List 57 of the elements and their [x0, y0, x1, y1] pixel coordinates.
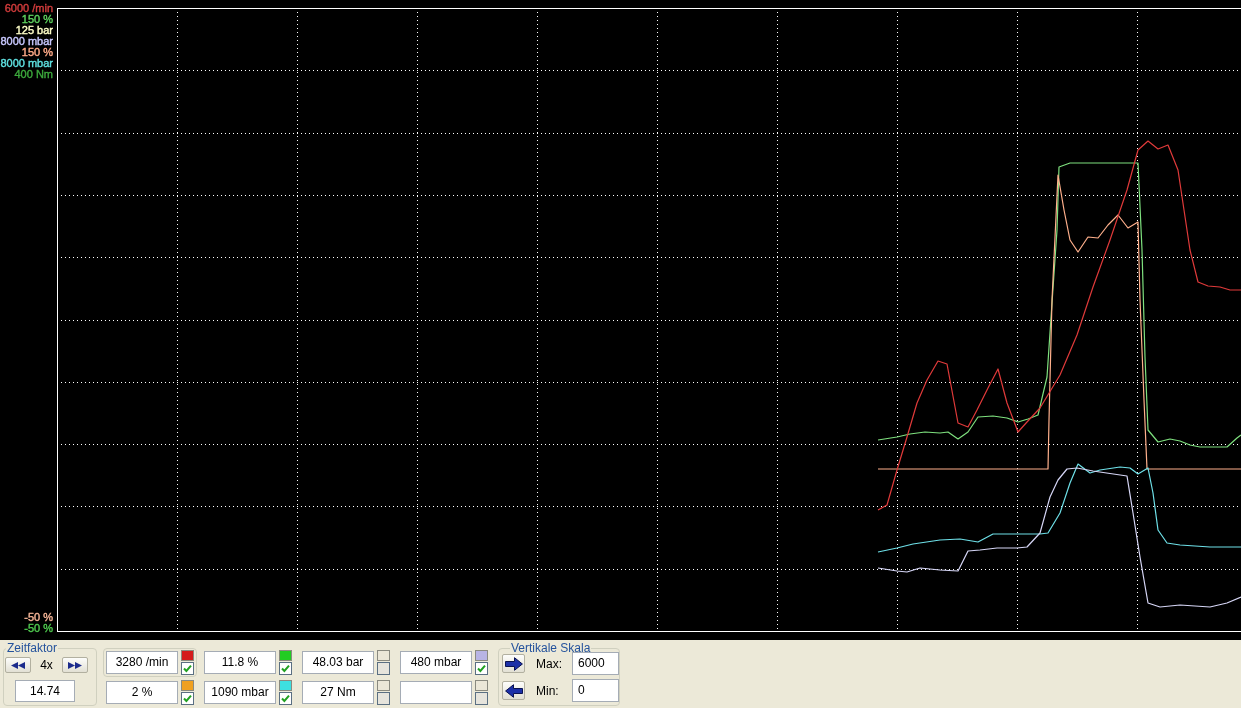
channel-cell[interactable]: 1090 mbar [201, 678, 295, 707]
value-field[interactable]: 1090 mbar [204, 681, 276, 704]
scale-label: 150 % [21, 14, 53, 25]
swatch-icon[interactable] [279, 650, 292, 661]
swatch-icon[interactable] [181, 680, 194, 691]
fast-forward-icon [68, 661, 82, 669]
checkbox[interactable] [181, 692, 194, 705]
left-arrow-button[interactable] [502, 681, 525, 700]
channel-cell[interactable]: 3280 /min [103, 648, 197, 677]
min-field[interactable]: 0 [572, 679, 619, 702]
scale-label: 150 % [21, 47, 53, 58]
rewind-icon [11, 661, 25, 669]
swatch-icon[interactable] [377, 650, 390, 661]
channel-cell[interactable]: 2 % [103, 678, 197, 707]
channel-cell[interactable]: 27 Nm [299, 678, 393, 707]
right-arrow-button[interactable] [502, 654, 525, 673]
scale-label: 6000 /min [4, 3, 53, 14]
rewind-button[interactable] [5, 657, 31, 673]
left-arrow-icon [504, 683, 523, 698]
swatch-icon[interactable] [181, 650, 194, 661]
channel-cell[interactable]: 48.03 bar [299, 648, 393, 677]
checkbox[interactable] [377, 662, 390, 675]
max-field[interactable]: 6000 [572, 652, 619, 675]
checkbox[interactable] [181, 662, 194, 675]
scale-label: -50 % [24, 612, 53, 623]
scale-label: -50 % [24, 623, 53, 634]
value-field[interactable]: 11.8 % [204, 651, 276, 674]
max-label: Max: [536, 656, 562, 671]
value-field[interactable] [400, 681, 472, 704]
time-field[interactable]: 14.74 [15, 680, 75, 702]
group-title: Vertikale Skala [510, 641, 592, 655]
checkbox[interactable] [475, 692, 488, 705]
scale-label: 400 Nm [14, 69, 53, 80]
checkbox[interactable] [475, 662, 488, 675]
value-field[interactable]: 27 Nm [302, 681, 374, 704]
swatch-icon[interactable] [475, 680, 488, 691]
value-field[interactable]: 2 % [106, 681, 178, 704]
min-label: Min: [536, 683, 559, 698]
value-field[interactable]: 480 mbar [400, 651, 472, 674]
checkbox[interactable] [279, 692, 292, 705]
scale-label: 125 bar [15, 25, 53, 36]
checkbox[interactable] [377, 692, 390, 705]
scale-label: 8000 mbar [0, 36, 53, 47]
swatch-icon[interactable] [377, 680, 390, 691]
channel-cell[interactable]: 11.8 % [201, 648, 295, 677]
value-field[interactable]: 48.03 bar [302, 651, 374, 674]
scale-label: 8000 mbar [0, 58, 53, 69]
swatch-icon[interactable] [475, 650, 488, 661]
channel-cell[interactable] [397, 678, 491, 707]
fast-forward-button[interactable] [62, 657, 88, 673]
time-factor-text: 4x [40, 658, 53, 672]
checkbox[interactable] [279, 662, 292, 675]
swatch-icon[interactable] [279, 680, 292, 691]
group-title: Zeitfaktor [6, 641, 58, 655]
value-field[interactable]: 3280 /min [106, 651, 178, 674]
channel-cell[interactable]: 480 mbar [397, 648, 491, 677]
right-arrow-icon [504, 656, 523, 671]
